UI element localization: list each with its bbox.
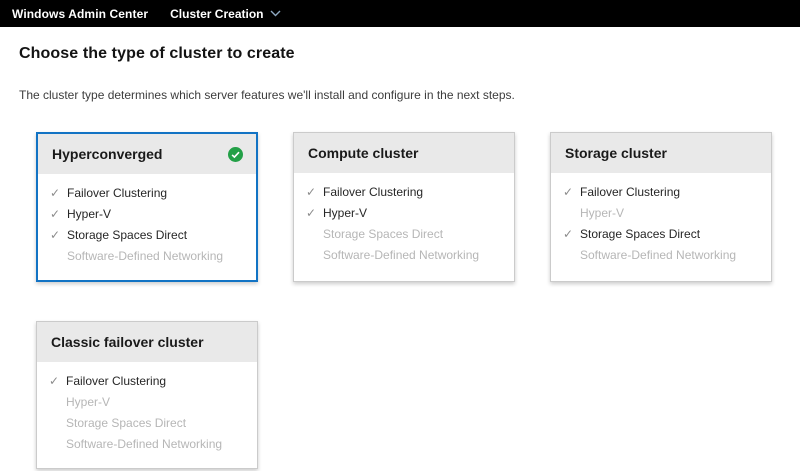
check-icon: ✓ bbox=[563, 185, 574, 199]
feature-label: Storage Spaces Direct bbox=[580, 227, 701, 241]
tool-title: Cluster Creation bbox=[170, 6, 264, 21]
cluster-type-card[interactable]: Storage cluster ✓ Failover Clustering Hy… bbox=[550, 132, 772, 282]
cluster-card-title: Hyperconverged bbox=[52, 146, 163, 162]
feature-label: Failover Clustering bbox=[67, 186, 168, 200]
cluster-card-features: ✓ Failover Clustering Hyper-V Storage Sp… bbox=[37, 362, 257, 468]
page-content: Choose the type of cluster to create The… bbox=[0, 27, 800, 469]
feature-row: Hyper-V bbox=[563, 203, 759, 224]
feature-row: Hyper-V bbox=[49, 392, 245, 413]
feature-row: ✓ Storage Spaces Direct bbox=[563, 224, 759, 245]
cluster-card-header: Hyperconverged bbox=[38, 134, 256, 174]
check-icon: ✓ bbox=[306, 206, 317, 220]
feature-row: ✓ Failover Clustering bbox=[50, 183, 244, 204]
feature-label: Hyper-V bbox=[323, 206, 368, 220]
feature-row: ✓ Failover Clustering bbox=[306, 182, 502, 203]
feature-row: ✓ Hyper-V bbox=[306, 203, 502, 224]
feature-label: Software-Defined Networking bbox=[580, 248, 737, 262]
selected-check-icon bbox=[228, 146, 243, 162]
cluster-type-card[interactable]: Hyperconverged ✓ Failover Clustering ✓ H… bbox=[36, 132, 258, 282]
check-icon: ✓ bbox=[563, 227, 574, 241]
feature-label: Hyper-V bbox=[66, 395, 111, 409]
feature-row: ✓ Failover Clustering bbox=[49, 371, 245, 392]
check-icon: ✓ bbox=[49, 374, 60, 388]
cluster-cards-grid: Hyperconverged ✓ Failover Clustering ✓ H… bbox=[36, 132, 781, 469]
cluster-card-header: Compute cluster bbox=[294, 133, 514, 173]
cluster-card-title: Compute cluster bbox=[308, 145, 419, 161]
feature-row: Software-Defined Networking bbox=[49, 434, 245, 455]
top-app-bar: Windows Admin Center Cluster Creation bbox=[0, 0, 800, 27]
tool-switcher-dropdown[interactable]: Cluster Creation bbox=[170, 7, 281, 21]
feature-row: ✓ Failover Clustering bbox=[563, 182, 759, 203]
feature-row: Storage Spaces Direct bbox=[306, 224, 502, 245]
feature-row: Storage Spaces Direct bbox=[49, 413, 245, 434]
feature-label: Failover Clustering bbox=[580, 185, 681, 199]
cluster-card-title: Storage cluster bbox=[565, 145, 667, 161]
feature-label: Failover Clustering bbox=[323, 185, 424, 199]
check-icon: ✓ bbox=[50, 207, 61, 221]
cluster-card-features: ✓ Failover Clustering ✓ Hyper-V Storage … bbox=[294, 173, 514, 279]
feature-label: Storage Spaces Direct bbox=[66, 416, 187, 430]
app-title-link[interactable]: Windows Admin Center bbox=[12, 7, 148, 21]
check-icon: ✓ bbox=[50, 186, 61, 200]
check-icon: ✓ bbox=[50, 228, 61, 242]
cluster-type-card[interactable]: Classic failover cluster ✓ Failover Clus… bbox=[36, 321, 258, 469]
chevron-down-icon bbox=[270, 10, 281, 17]
feature-row: ✓ Storage Spaces Direct bbox=[50, 225, 244, 246]
feature-row: ✓ Hyper-V bbox=[50, 204, 244, 225]
cluster-card-header: Classic failover cluster bbox=[37, 322, 257, 362]
page-subtitle: The cluster type determines which server… bbox=[19, 88, 515, 102]
cluster-type-card[interactable]: Compute cluster ✓ Failover Clustering ✓ … bbox=[293, 132, 515, 282]
feature-row: Software-Defined Networking bbox=[306, 245, 502, 266]
check-icon: ✓ bbox=[306, 185, 317, 199]
feature-label: Failover Clustering bbox=[66, 374, 167, 388]
feature-label: Software-Defined Networking bbox=[323, 248, 480, 262]
feature-label: Hyper-V bbox=[67, 207, 112, 221]
page-title: Choose the type of cluster to create bbox=[19, 45, 295, 62]
feature-label: Software-Defined Networking bbox=[66, 437, 223, 451]
cluster-card-title: Classic failover cluster bbox=[51, 334, 204, 350]
feature-label: Storage Spaces Direct bbox=[67, 228, 188, 242]
feature-label: Storage Spaces Direct bbox=[323, 227, 444, 241]
cluster-card-features: ✓ Failover Clustering Hyper-V ✓ Storage … bbox=[551, 173, 771, 279]
feature-row: Software-Defined Networking bbox=[563, 245, 759, 266]
feature-label: Hyper-V bbox=[580, 206, 625, 220]
feature-row: Software-Defined Networking bbox=[50, 246, 244, 267]
cluster-card-header: Storage cluster bbox=[551, 133, 771, 173]
feature-label: Software-Defined Networking bbox=[67, 249, 224, 263]
cluster-card-features: ✓ Failover Clustering ✓ Hyper-V ✓ Storag… bbox=[38, 174, 256, 280]
